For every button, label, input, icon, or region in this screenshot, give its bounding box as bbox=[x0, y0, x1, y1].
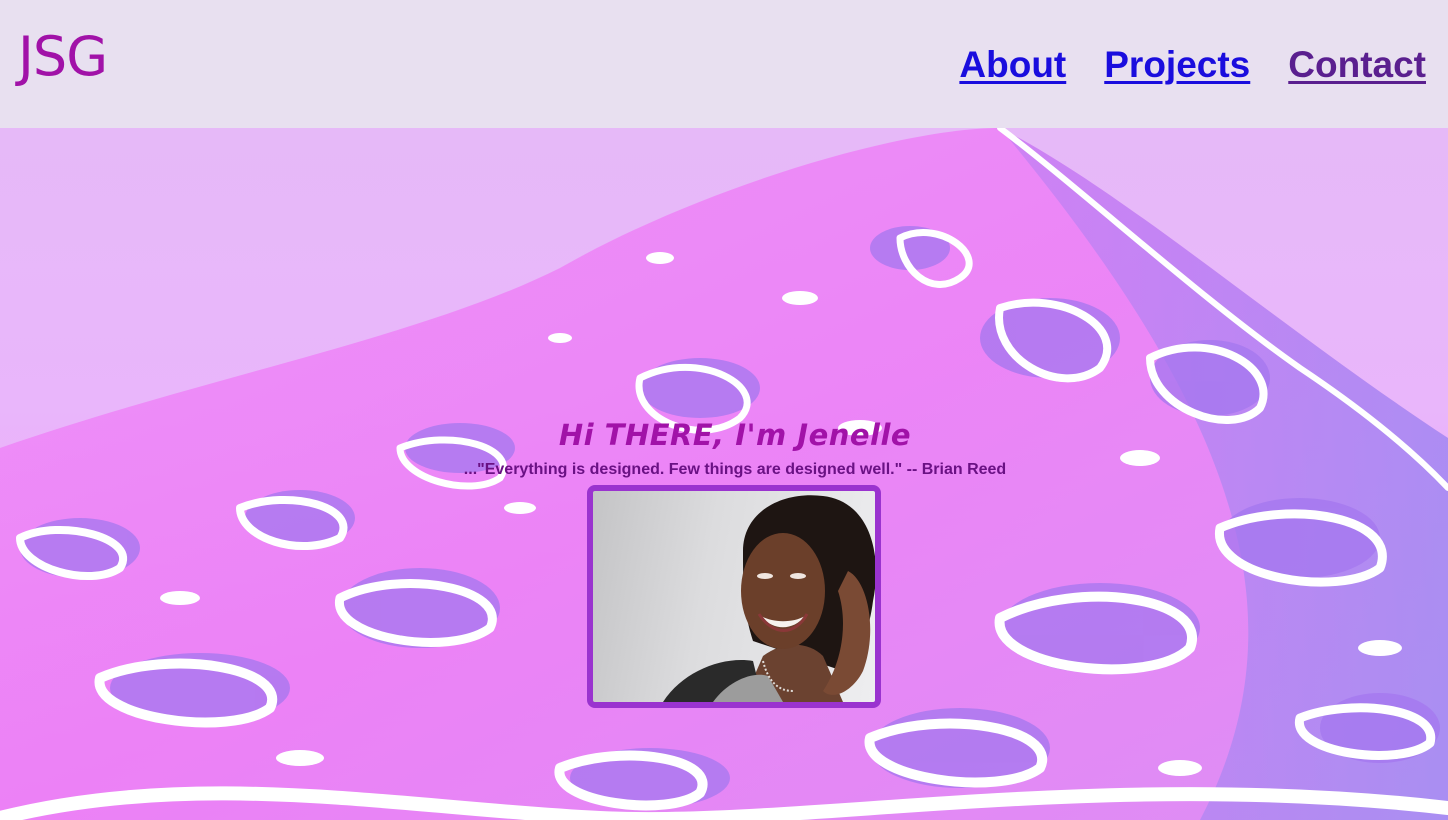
nav-link-contact[interactable]: Contact bbox=[1288, 46, 1426, 83]
hero-section: Hi THERE, I'm Jenelle ..."Everything is … bbox=[0, 128, 1448, 820]
nav-link-projects[interactable]: Projects bbox=[1104, 46, 1250, 83]
nav-link-about[interactable]: About bbox=[959, 46, 1066, 83]
portrait-photo bbox=[587, 485, 881, 708]
hero-quote: ..."Everything is designed. Few things a… bbox=[463, 461, 1007, 478]
portrait-photo-icon bbox=[663, 495, 875, 702]
site-header: JSG About Projects Contact bbox=[0, 0, 1448, 128]
main-nav: About Projects Contact bbox=[959, 46, 1426, 83]
site-logo[interactable]: JSG bbox=[18, 30, 108, 84]
hero-greeting: Hi THERE, I'm Jenelle bbox=[558, 418, 912, 452]
